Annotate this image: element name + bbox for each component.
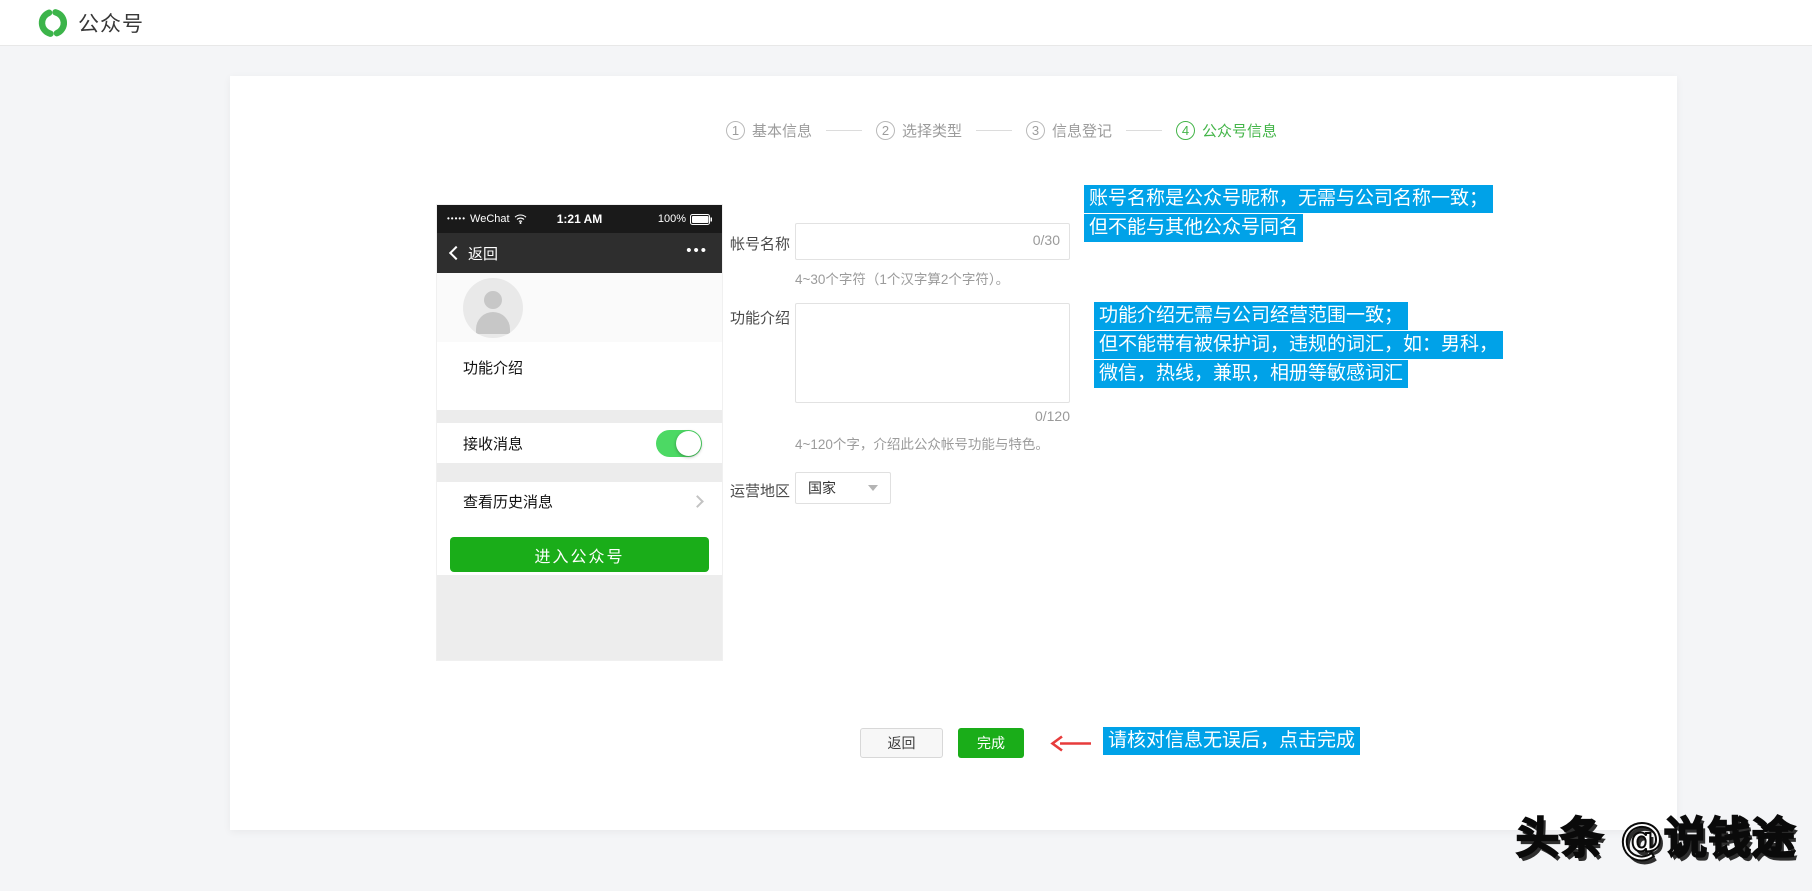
official-account-logo-icon[interactable] <box>38 8 68 38</box>
phone-intro-label: 功能介绍 <box>437 342 722 410</box>
intro-hint: 4~120个字，介绍此公众帐号功能与特色。 <box>795 437 1049 452</box>
phone-profile-section <box>437 273 722 342</box>
divider <box>437 410 722 423</box>
enter-account-button: 进入公众号 <box>450 537 709 572</box>
step-connector <box>976 130 1013 131</box>
intro-annotation-line2: 但不能带有被保护词，违规的词汇，如：男科， <box>1094 331 1504 359</box>
finish-annotation: 请核对信息无误后，点击完成 <box>1103 727 1361 756</box>
step-connector <box>1126 130 1163 131</box>
phone-enter-button-area: 进入公众号 <box>437 520 722 572</box>
back-button[interactable]: 返回 <box>860 728 943 758</box>
name-annotation-line1: 账号名称是公众号昵称，无需与公司名称一致； <box>1084 185 1494 213</box>
phone-back-label: 返回 <box>468 245 499 263</box>
step-4-account-info: 4 公众号信息 <box>1176 120 1277 141</box>
intro-label: 功能介绍 <box>730 310 791 327</box>
account-name-label: 帐号名称 <box>730 236 791 253</box>
step-4-label: 公众号信息 <box>1202 123 1278 140</box>
step-4-number: 4 <box>1176 121 1196 140</box>
more-menu-icon: ••• <box>686 241 708 259</box>
step-2-number: 2 <box>876 121 896 140</box>
finish-button[interactable]: 完成 <box>958 728 1024 758</box>
wifi-icon <box>514 214 526 224</box>
account-name-input[interactable] <box>795 223 1070 260</box>
step-2-choose-type: 2 选择类型 <box>876 120 962 141</box>
step-2-label: 选择类型 <box>902 123 963 140</box>
step-1-number: 1 <box>726 121 745 140</box>
caret-down-icon <box>868 485 878 491</box>
step-3-info-register: 3 信息登记 <box>1026 120 1112 141</box>
intro-annotation: 功能介绍无需与公司经营范围一致； 但不能带有被保护词，违规的词汇，如：男科， 微… <box>1094 302 1504 389</box>
signal-dots-icon: ••••• <box>447 213 467 223</box>
account-name-field-wrap: 0/30 <box>795 223 1070 260</box>
intro-field-wrap <box>795 303 1070 403</box>
top-navbar: 公众号 <box>0 0 1812 46</box>
receive-message-label: 接收消息 <box>463 435 524 453</box>
intro-textarea[interactable] <box>795 303 1070 403</box>
account-name-hint: 4~30个字符（1个汉字算2个字符）。 <box>795 272 1010 287</box>
region-selected-value: 国家 <box>808 480 836 496</box>
back-chevron-icon <box>448 245 464 261</box>
account-name-counter: 0/30 <box>1032 232 1060 248</box>
intro-counter: 0/120 <box>1034 408 1070 424</box>
battery-icon <box>690 213 713 225</box>
step-indicator: 1 基本信息 2 选择类型 3 信息登记 4 公众号信息 <box>726 120 1277 141</box>
toggle-on <box>656 429 702 457</box>
avatar-person-icon <box>476 312 510 334</box>
phone-status-bar: ••••• WeChat 1:21 AM 100% <box>437 205 722 233</box>
name-annotation: 账号名称是公众号昵称，无需与公司名称一致； 但不能与其他公众号同名 <box>1084 185 1494 243</box>
history-label: 查看历史消息 <box>463 493 554 511</box>
intro-annotation-line3: 微信，热线，兼职，相册等敏感词汇 <box>1094 360 1409 388</box>
carrier-label: WeChat <box>470 213 510 225</box>
region-label: 运营地区 <box>730 483 791 500</box>
toggle-knob <box>676 430 701 456</box>
phone-footer-area <box>437 575 722 660</box>
name-annotation-line2: 但不能与其他公众号同名 <box>1084 214 1304 242</box>
red-arrow-left-icon <box>1050 735 1091 752</box>
phone-time: 1:21 AM <box>556 212 603 226</box>
avatar-person-icon <box>484 291 502 309</box>
phone-preview: ••••• WeChat 1:21 AM 100% 返回 ••• 功能介绍 接收… <box>437 205 722 660</box>
avatar <box>463 278 523 338</box>
battery-percent: 100% <box>657 213 687 225</box>
page: 公众号 1 基本信息 2 选择类型 3 信息登记 4 公众号信息 ••••• W… <box>0 0 1812 891</box>
phone-nav-bar: 返回 ••• <box>437 233 722 273</box>
registration-card: 1 基本信息 2 选择类型 3 信息登记 4 公众号信息 ••••• WeCha… <box>230 76 1677 830</box>
step-1-basic-info: 1 基本信息 <box>726 120 812 141</box>
step-connector <box>826 130 863 131</box>
step-3-number: 3 <box>1026 121 1046 140</box>
phone-history-row: 查看历史消息 <box>437 482 722 520</box>
brand-title[interactable]: 公众号 <box>78 8 144 38</box>
phone-receive-message-row: 接收消息 <box>437 423 722 463</box>
phone-battery: 100% <box>602 213 713 225</box>
step-3-label: 信息登记 <box>1052 123 1113 140</box>
chevron-right-icon <box>691 494 704 508</box>
finish-annotation-text: 请核对信息无误后，点击完成 <box>1103 727 1361 755</box>
intro-annotation-line1: 功能介绍无需与公司经营范围一致； <box>1094 302 1409 330</box>
region-select[interactable]: 国家 <box>795 472 891 504</box>
watermark: 头条 @说钱途 <box>1515 813 1796 865</box>
divider <box>437 463 722 482</box>
step-1-label: 基本信息 <box>752 123 813 140</box>
phone-carrier: ••••• WeChat <box>447 213 557 225</box>
